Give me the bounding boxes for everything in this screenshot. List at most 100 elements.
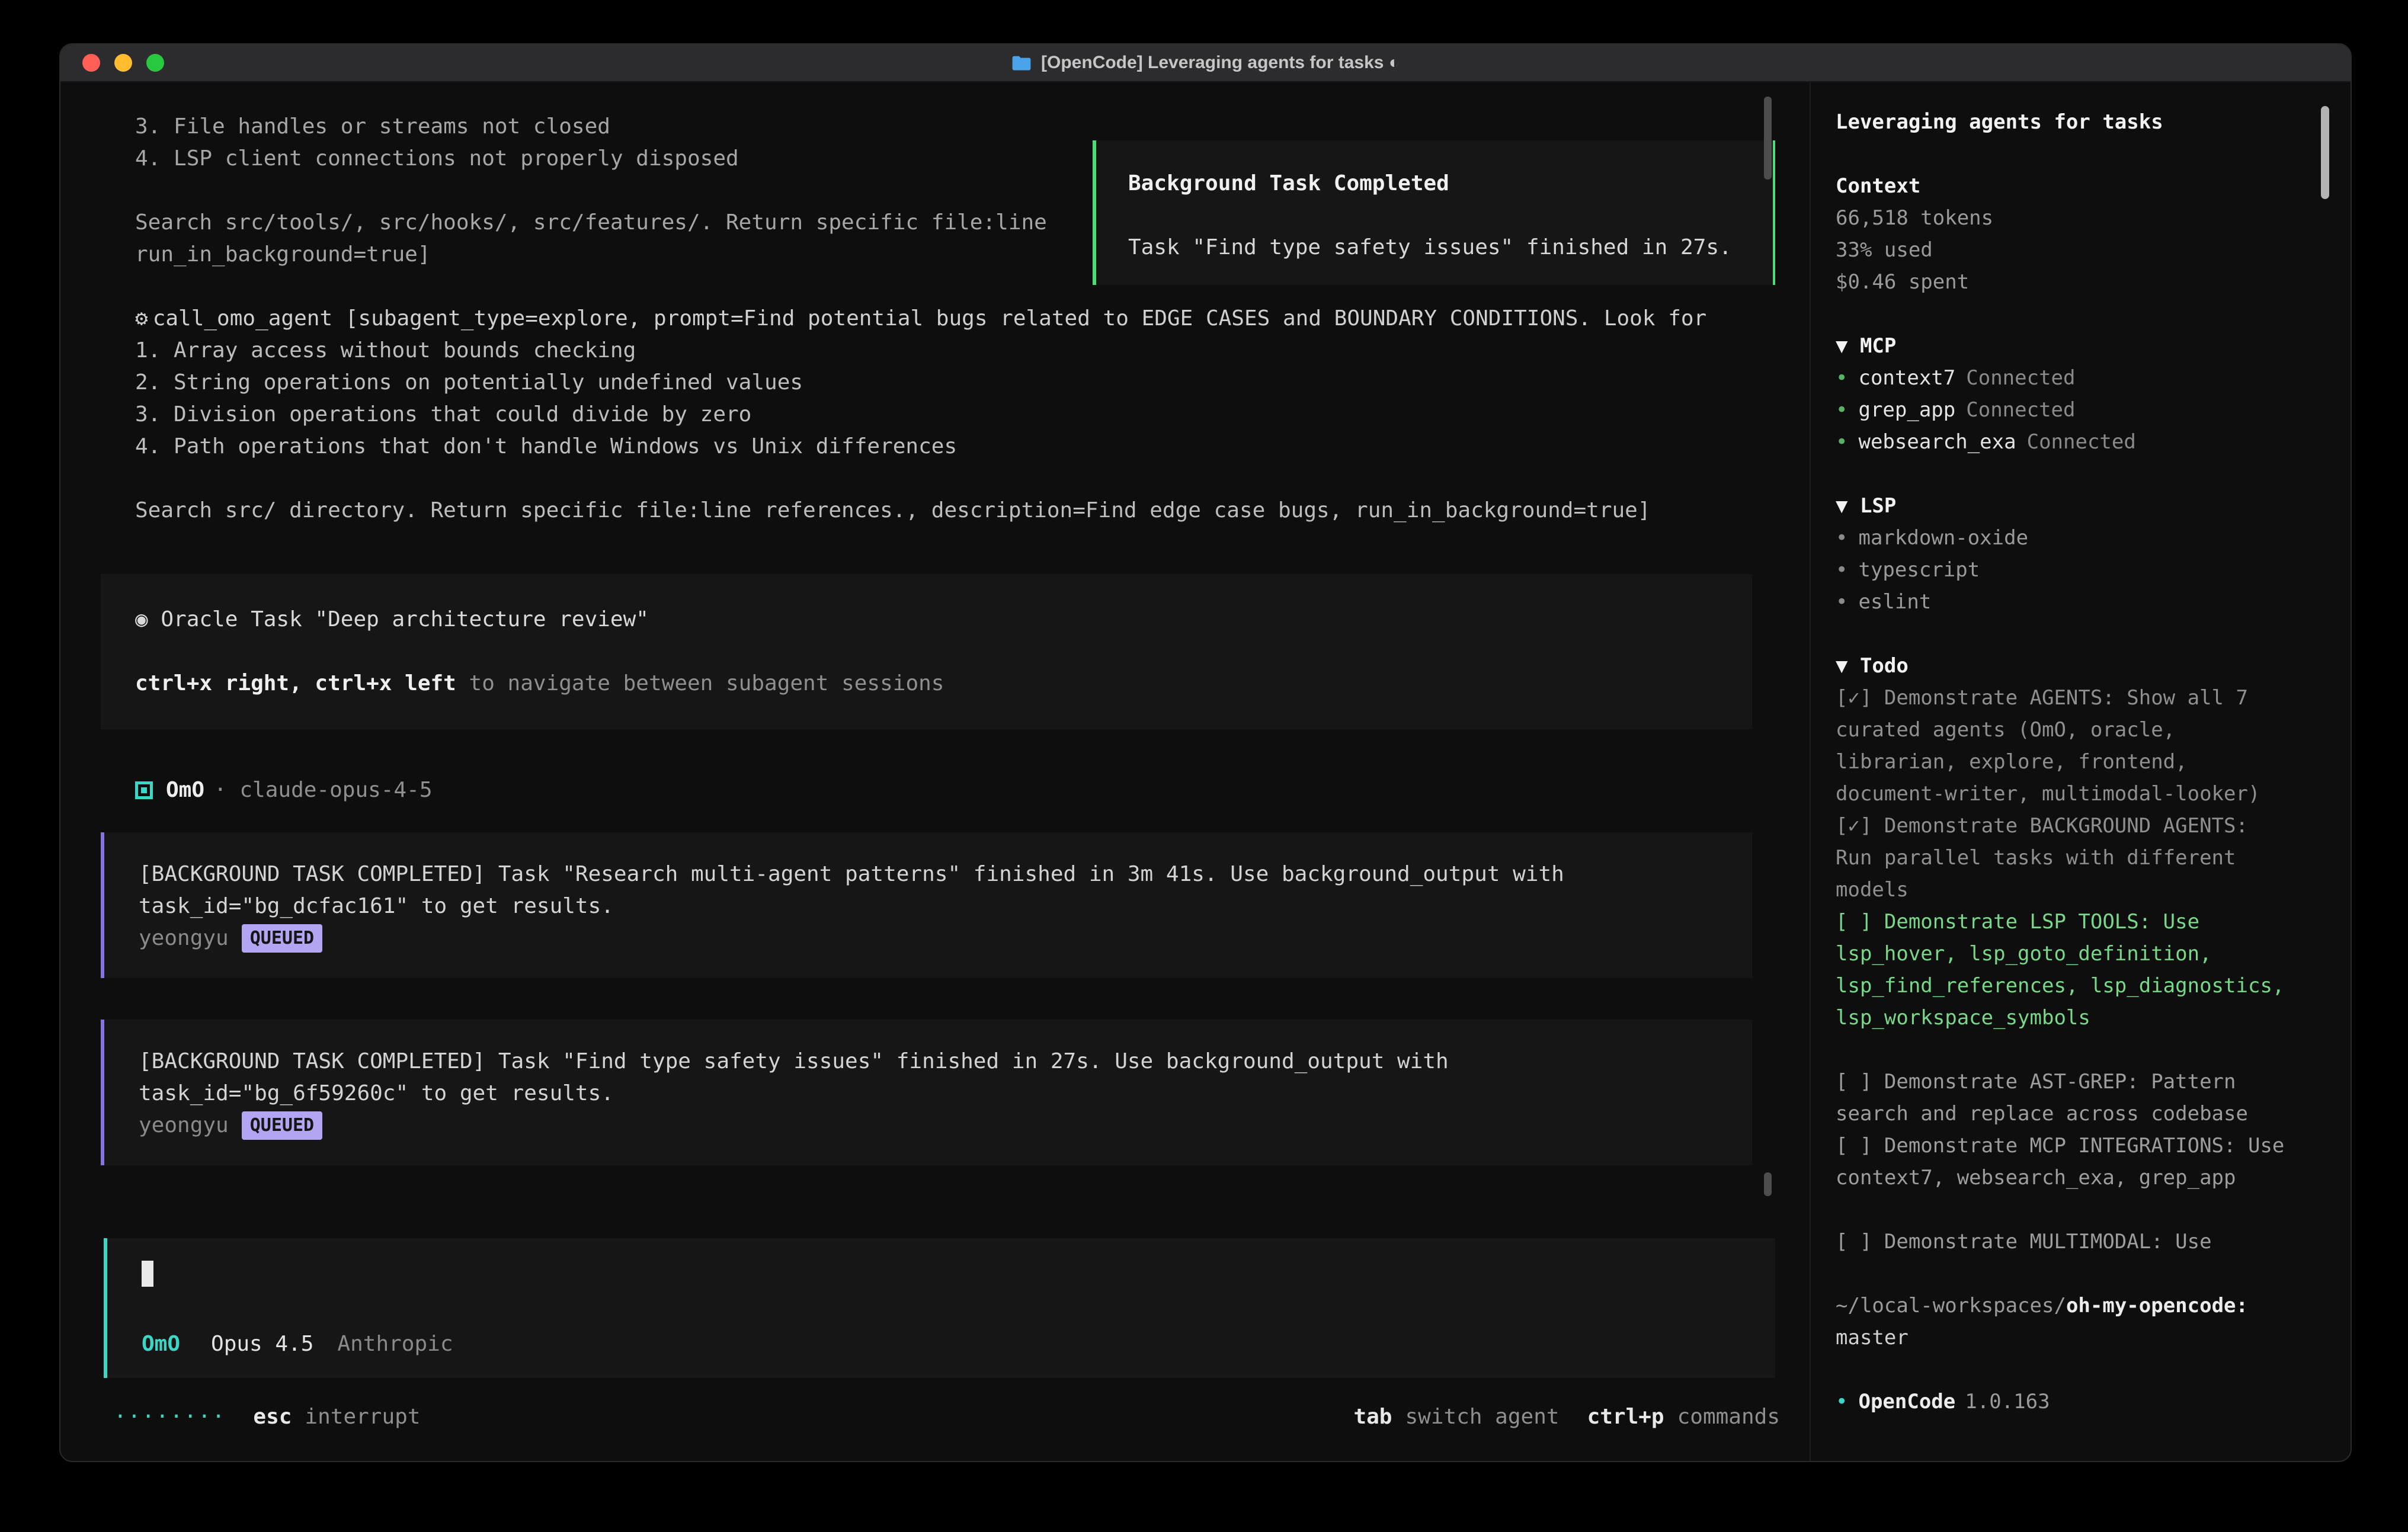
window-title-area: [OpenCode] Leveraging agents for tasks ◐ — [1011, 53, 1400, 73]
tab-key-label: switch agent — [1405, 1405, 1559, 1429]
mcp-status: Connected — [1966, 398, 2075, 422]
context-heading: Context — [1836, 170, 2285, 202]
tool-call-header: ⚙call_omo_agent [subagent_type=explore, … — [101, 303, 1752, 335]
todo-item: [ ] Demonstrate MULTIMODAL: Use — [1836, 1226, 2285, 1258]
titlebar: [OpenCode] Leveraging agents for tasks ◐ — [60, 44, 2351, 82]
esc-key-label: interrupt — [305, 1405, 420, 1429]
lsp-item: • eslint — [1836, 586, 2285, 618]
mcp-section-heading[interactable]: ▼ MCP — [1836, 330, 2285, 362]
status-dot-icon: • — [1836, 590, 1847, 614]
mcp-status: Connected — [1966, 366, 2075, 390]
message-text: [BACKGROUND TASK COMPLETED] Task "Resear… — [139, 858, 1718, 890]
commands-key-hint: ctrl+p — [1587, 1405, 1664, 1429]
status-dot-icon: • — [1836, 366, 1847, 390]
mcp-name: grep_app — [1858, 398, 1955, 422]
gear-icon: ⚙ — [135, 306, 148, 331]
tool-call-footer: Search src/ directory. Return specific f… — [101, 495, 1752, 527]
prompt-meta: OmO Opus 4.5 Anthropic — [142, 1328, 1741, 1360]
lsp-name: markdown-oxide — [1858, 526, 2028, 550]
folder-icon — [1011, 55, 1032, 71]
todo-section-heading[interactable]: ▼ Todo — [1836, 650, 2285, 682]
todo-item: [ ] Demonstrate AST-GREP: Pattern search… — [1836, 1066, 2285, 1130]
context-spent: $0.46 spent — [1836, 266, 2285, 298]
mcp-status: Connected — [2027, 430, 2136, 454]
esc-key-hint: esc — [253, 1405, 292, 1429]
sidebar: Leveraging agents for tasks Context 66,5… — [1810, 82, 2351, 1461]
main-column: 3. File handles or streams not closed 4.… — [60, 82, 1810, 1461]
hint-keys: ctrl+x right, ctrl+x left — [135, 671, 456, 696]
minimize-button[interactable] — [114, 54, 132, 72]
text-cursor — [142, 1261, 153, 1287]
toast-title: Background Task Completed — [1128, 168, 1741, 200]
message-card: [BACKGROUND TASK COMPLETED] Task "Resear… — [101, 832, 1752, 978]
subagent-nav-hint: ctrl+x right, ctrl+x left to navigate be… — [135, 668, 1718, 700]
status-dot-icon: • — [1836, 398, 1847, 422]
todo-item: [ ] Demonstrate LSP TOOLS: Use lsp_hover… — [1836, 906, 2285, 1034]
toast-body: Task "Find type safety issues" finished … — [1128, 232, 1741, 264]
oracle-task-title: ◉ Oracle Task "Deep architecture review" — [135, 604, 1718, 636]
oracle-task-panel: ◉ Oracle Task "Deep architecture review"… — [101, 574, 1752, 729]
tool-call-text: call_omo_agent [subagent_type=explore, p… — [153, 306, 1707, 331]
tool-call-item: 3. Division operations that could divide… — [101, 399, 1752, 431]
close-button[interactable] — [82, 54, 100, 72]
status-dot-icon: • — [1836, 430, 1847, 454]
context-used: 33% used — [1836, 234, 2285, 266]
spinner-dots-icon: ········ — [114, 1405, 226, 1429]
workspace-repo: oh-my-opencode: — [2066, 1294, 2248, 1318]
tool-call-item: 2. String operations on potentially unde… — [101, 367, 1752, 399]
terminal-window: [OpenCode] Leveraging agents for tasks ◐… — [59, 43, 2352, 1462]
status-badge: QUEUED — [242, 924, 322, 953]
message-text: [BACKGROUND TASK COMPLETED] Task "Find t… — [139, 1046, 1718, 1078]
provider-label: Anthropic — [337, 1328, 453, 1360]
mcp-name: context7 — [1858, 366, 1955, 390]
message-card: [BACKGROUND TASK COMPLETED] Task "Find t… — [101, 1020, 1752, 1165]
agent-name: OmO — [166, 774, 204, 806]
zoom-button[interactable] — [146, 54, 164, 72]
message-author: yeongyu — [139, 1110, 229, 1142]
workspace-dir: ~/local-workspaces/ — [1836, 1294, 2066, 1318]
todo-item: [ ] Demonstrate MCP INTEGRATIONS: Use co… — [1836, 1130, 2285, 1194]
active-agent-label: OmO — [142, 1328, 180, 1360]
main-scrollbar-thumb[interactable] — [1764, 1172, 1772, 1196]
workspace-path: ~/local-workspaces/oh-my-opencode: — [1836, 1290, 2285, 1322]
commands-key-label: commands — [1677, 1405, 1780, 1429]
message-text: task_id="bg_dcfac161" to get results. — [139, 890, 1718, 922]
tool-call-item: 1. Array access without bounds checking — [101, 335, 1752, 367]
todo-item: [✓] Demonstrate AGENTS: Show all 7 curat… — [1836, 682, 2285, 810]
window-title: [OpenCode] Leveraging agents for tasks ◐ — [1041, 53, 1400, 73]
workspace-branch: master — [1836, 1322, 2285, 1354]
session-title: Leveraging agents for tasks — [1836, 106, 2285, 138]
hint-text: to navigate between subagent sessions — [456, 671, 944, 696]
mcp-item: • websearch_exa Connected — [1836, 426, 2285, 458]
context-tokens: 66,518 tokens — [1836, 202, 2285, 234]
lsp-item: •typescript — [1836, 554, 2285, 586]
lsp-name: typescript — [1858, 558, 1980, 582]
mcp-item: • context7 Connected — [1836, 362, 2285, 394]
app-version: 1.0.163 — [1965, 1390, 2050, 1414]
message-meta: yeongyu QUEUED — [139, 1110, 1718, 1142]
scrollback-line: 3. File handles or streams not closed — [101, 111, 1752, 143]
mcp-item: • grep_app Connected — [1836, 394, 2285, 426]
agent-square-icon — [135, 781, 153, 799]
app-name: OpenCode — [1858, 1390, 1955, 1414]
tab-key-hint: tab — [1353, 1405, 1392, 1429]
lsp-section-heading[interactable]: ▼ LSP — [1836, 490, 2285, 522]
conversation-scroll-area: 3. File handles or streams not closed 4.… — [60, 82, 1810, 1209]
background-task-toast[interactable]: Background Task Completed Task "Find typ… — [1093, 140, 1775, 285]
traffic-lights — [82, 44, 164, 81]
status-dot-icon: • — [1836, 526, 1847, 550]
statusbar: ········ esc interrupt tab switch agent … — [60, 1378, 1810, 1455]
lsp-item: • markdown-oxide — [1836, 522, 2285, 554]
version-row: •OpenCode1.0.163 — [1836, 1386, 2285, 1418]
tool-call-item: 4. Path operations that don't handle Win… — [101, 431, 1752, 463]
message-text: task_id="bg_6f59260c" to get results. — [139, 1078, 1718, 1110]
agent-header: OmO · claude-opus-4-5 — [101, 774, 1752, 806]
status-badge: QUEUED — [242, 1111, 322, 1140]
sidebar-scrollbar-thumb[interactable] — [2321, 106, 2329, 199]
message-author: yeongyu — [139, 922, 229, 954]
prompt-input[interactable]: OmO Opus 4.5 Anthropic — [104, 1238, 1775, 1378]
mcp-name: websearch_exa — [1858, 430, 2016, 454]
main-scrollbar-thumb[interactable] — [1764, 97, 1772, 180]
lsp-name: eslint — [1858, 590, 1931, 614]
agent-model: · claude-opus-4-5 — [214, 774, 432, 806]
